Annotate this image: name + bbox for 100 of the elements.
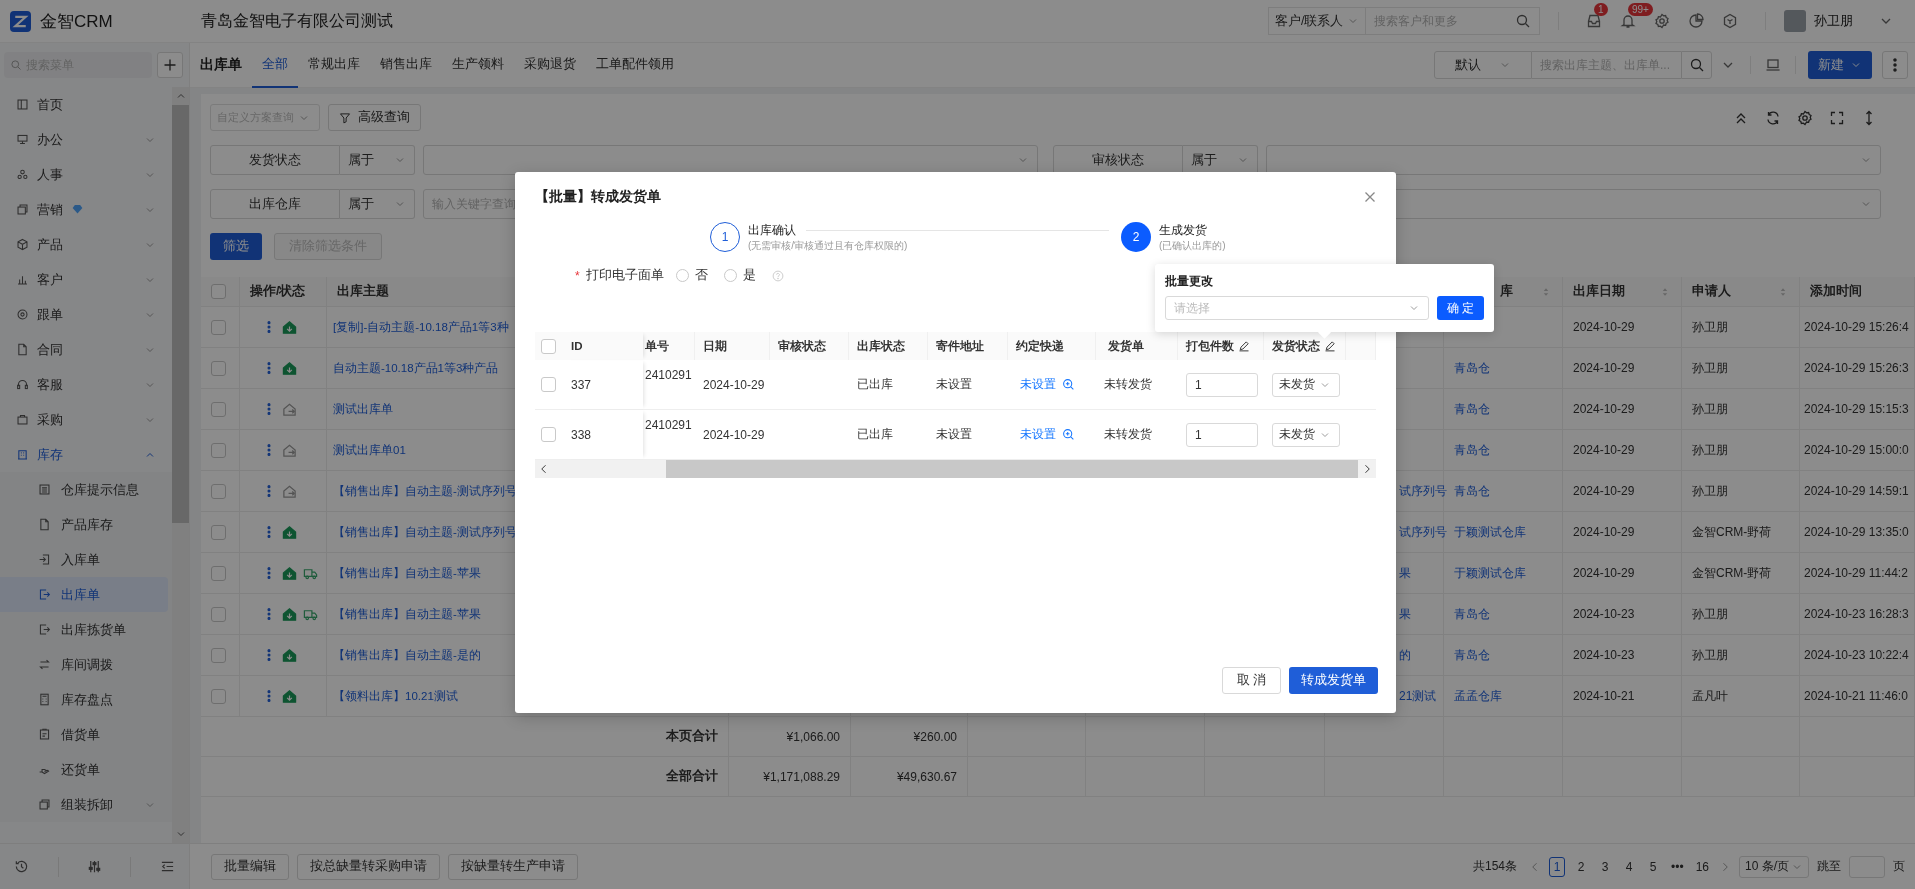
page-button[interactable]: ••• — [1669, 856, 1686, 877]
warehouse-link[interactable]: 青岛仓 — [1454, 359, 1490, 377]
checkbox[interactable] — [211, 524, 226, 540]
tab[interactable]: 生产领料 — [442, 42, 514, 88]
edit-icon[interactable] — [1238, 340, 1250, 352]
menu-item[interactable]: 客户 — [0, 262, 172, 297]
search-button[interactable] — [1506, 7, 1540, 35]
menu-item[interactable]: 仓库提示信息 — [0, 472, 172, 507]
laptop-icon[interactable] — [1765, 57, 1781, 73]
menu-item[interactable]: 库存 — [0, 437, 172, 472]
view-select[interactable]: 默认 — [1434, 51, 1532, 79]
confirm-button[interactable]: 确 定 — [1436, 296, 1484, 320]
status-select[interactable]: 未发货 — [1272, 372, 1340, 397]
menu-item[interactable]: 借货单 — [0, 717, 172, 752]
menu-item[interactable]: 合同 — [0, 332, 172, 367]
checkbox[interactable] — [541, 377, 556, 392]
menu-item[interactable]: 人事 — [0, 157, 172, 192]
action-button[interactable]: 按缺量转生产申请 — [448, 853, 578, 880]
subject-link[interactable]: 【销售出库】自动主题-苹果 — [333, 606, 481, 622]
user-name[interactable]: 孙卫朋 — [1814, 12, 1853, 30]
settings-icon[interactable] — [1797, 109, 1813, 126]
checkbox[interactable] — [211, 606, 226, 622]
scrollbar[interactable] — [172, 87, 189, 843]
bell-icon[interactable] — [1620, 13, 1636, 29]
warehouse-link[interactable]: 青岛仓 — [1454, 646, 1490, 664]
checkbox[interactable] — [211, 442, 226, 458]
warehouse-link[interactable]: 于颖测试仓库 — [1454, 564, 1526, 582]
menu-item[interactable]: 营销 — [0, 192, 172, 227]
table-cell[interactable]: 试序列号 — [1399, 523, 1447, 541]
page-button[interactable]: 5 — [1645, 856, 1662, 877]
zoom-in-icon[interactable] — [1062, 428, 1075, 441]
more-button[interactable] — [1882, 51, 1908, 79]
menu-item[interactable]: 出库拣货单 — [0, 612, 172, 647]
new-button[interactable]: 新建 — [1808, 51, 1872, 79]
menu-item[interactable]: 库存盘点 — [0, 682, 172, 717]
courier-link[interactable]: 未设置 — [1020, 426, 1056, 443]
quantity-field[interactable]: 1 — [1186, 422, 1258, 447]
pie-chart-icon[interactable] — [1688, 13, 1704, 29]
tab[interactable]: 常规出库 — [298, 42, 370, 88]
courier-link[interactable]: 未设置 — [1020, 376, 1056, 393]
edit-icon[interactable] — [1324, 340, 1336, 352]
table-cell[interactable]: 的 — [1399, 646, 1411, 664]
quantity-field[interactable]: 1 — [1186, 372, 1258, 397]
search-button[interactable] — [1681, 51, 1712, 79]
cancel-button[interactable]: 取 消 — [1221, 667, 1281, 694]
action-button[interactable]: 批量编辑 — [211, 853, 289, 880]
menu-item[interactable]: 组装拆卸 — [0, 787, 172, 822]
status-select[interactable]: 未发货 — [1272, 422, 1340, 447]
zoom-in-icon[interactable] — [1062, 378, 1075, 391]
subject-link[interactable]: 测试出库单01 — [333, 442, 406, 458]
fullscreen-icon[interactable] — [1829, 109, 1845, 126]
warehouse-link[interactable]: 青岛仓 — [1454, 482, 1490, 500]
page-button[interactable]: 2 — [1573, 856, 1590, 877]
action-button[interactable]: 按总缺量转采购申请 — [297, 853, 440, 880]
operator-select[interactable]: 属于 — [340, 189, 415, 219]
menu-item[interactable]: 客服 — [0, 367, 172, 402]
page-button[interactable]: 1 — [1549, 856, 1566, 877]
scrollbar[interactable] — [535, 460, 1376, 478]
menu-item[interactable]: 入库单 — [0, 542, 172, 577]
subject-link[interactable]: 【销售出库】自动主题-是的 — [333, 647, 481, 663]
checkbox[interactable] — [211, 565, 226, 581]
advanced-search-button[interactable]: 高级查询 — [328, 104, 421, 131]
checkbox[interactable] — [211, 401, 226, 417]
tab[interactable]: 工单配件领用 — [586, 42, 684, 88]
menu-item[interactable]: 采购 — [0, 402, 172, 437]
subject-link[interactable]: 【领料出库】10.21测试 — [333, 688, 458, 704]
hexagon-icon[interactable] — [1722, 13, 1738, 29]
menu-collapse-icon[interactable] — [159, 859, 175, 874]
warehouse-link[interactable]: 青岛仓 — [1454, 605, 1490, 623]
convert-button[interactable]: 转成发货单 — [1289, 667, 1378, 694]
table-cell[interactable]: 试序列号 — [1399, 482, 1447, 500]
warehouse-link[interactable]: 青岛仓 — [1454, 441, 1490, 459]
subject-link[interactable]: [复制]-自动主题-10.18产品1等3种 — [333, 319, 509, 335]
value-select[interactable] — [1266, 145, 1881, 175]
table-cell[interactable]: 果 — [1399, 564, 1411, 582]
menu-item[interactable]: 出库单 — [0, 577, 168, 612]
menu-item[interactable]: 首页 — [0, 87, 172, 122]
checkbox[interactable] — [211, 284, 226, 299]
checkbox[interactable] — [541, 338, 556, 354]
add-button[interactable] — [157, 52, 183, 78]
subject-link[interactable]: 【销售出库】自动主题-苹果 — [333, 565, 481, 581]
filter-button[interactable]: 筛选 — [210, 233, 262, 260]
checkbox[interactable] — [211, 647, 226, 663]
checkbox[interactable] — [211, 360, 226, 376]
menu-item[interactable]: 库间调拨 — [0, 647, 172, 682]
subject-link[interactable]: 测试出库单 — [333, 401, 393, 417]
checkbox[interactable] — [211, 688, 226, 704]
table-cell[interactable]: 果 — [1399, 605, 1411, 623]
warehouse-link[interactable]: 孟孟仓库 — [1454, 687, 1502, 705]
checkbox[interactable] — [541, 427, 556, 442]
warehouse-link[interactable]: 于颖测试仓库 — [1454, 523, 1526, 541]
settings-icon[interactable] — [1654, 13, 1670, 29]
tab[interactable]: 采购退货 — [514, 42, 586, 88]
operator-select[interactable]: 属于 — [340, 145, 415, 175]
tab[interactable]: 销售出库 — [370, 42, 442, 88]
menu-item[interactable]: 办公 — [0, 122, 172, 157]
menu-item[interactable]: 跟单 — [0, 297, 172, 332]
value-select[interactable] — [423, 145, 1038, 175]
checkbox[interactable] — [211, 319, 226, 335]
refresh-icon[interactable] — [1765, 109, 1781, 126]
